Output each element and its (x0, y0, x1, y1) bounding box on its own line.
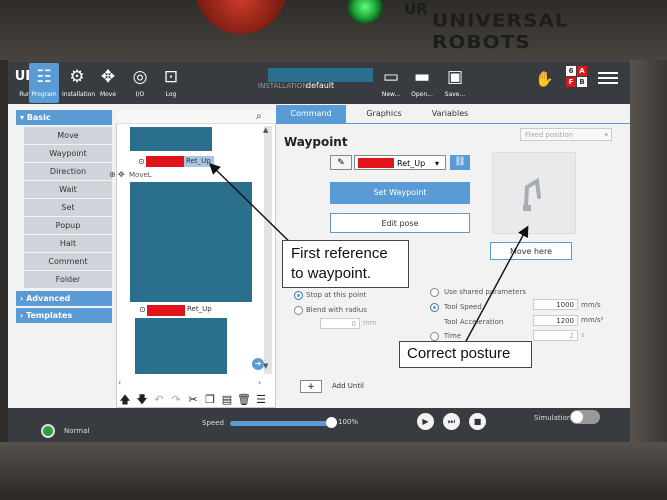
annotation-correct-posture: Correct posture (399, 341, 532, 368)
arrow-to-first-reference (208, 163, 301, 253)
arrow-to-robot-preview (464, 225, 529, 344)
annotation-first-reference: First reference to waypoint. (282, 240, 409, 288)
